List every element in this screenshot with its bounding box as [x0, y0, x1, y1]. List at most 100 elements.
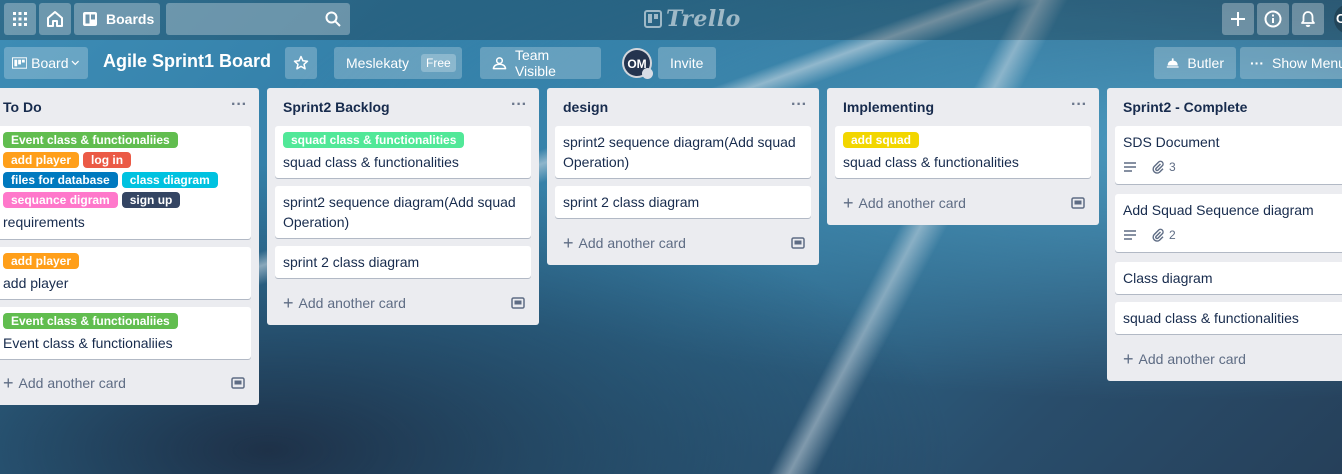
card-labels: Event class & functionaliies add player … — [3, 132, 243, 212]
list-menu-icon[interactable]: ··· — [791, 96, 807, 114]
card-title: add player — [3, 275, 69, 291]
add-card-button[interactable]: + Add another card — [275, 289, 531, 317]
add-card-label: Add another card — [18, 375, 126, 391]
information-button[interactable] — [1257, 3, 1289, 35]
trello-logo-icon — [644, 10, 662, 28]
list-card[interactable]: add squad squad class & functionalities — [835, 126, 1091, 178]
list-card[interactable]: Event class & functionaliies add player … — [0, 126, 251, 239]
card-badges: 2 — [1123, 226, 1334, 244]
member-avatar[interactable]: OM — [622, 48, 653, 79]
card-label-red: log in — [83, 152, 132, 168]
invite-button[interactable]: Invite — [658, 47, 716, 79]
add-card-button[interactable]: + Add another card — [1115, 345, 1342, 373]
notifications-button[interactable] — [1292, 3, 1324, 35]
list-card[interactable]: sprint 2 class diagram — [275, 246, 531, 278]
card-labels: squad class & functionalities — [283, 132, 523, 152]
card-template-icon[interactable] — [231, 376, 245, 390]
butler-icon — [1166, 58, 1179, 68]
paperclip-icon — [1152, 160, 1164, 174]
card-label-green: Event class & functionaliies — [3, 313, 178, 329]
apps-grid-icon — [13, 12, 27, 26]
card-labels: add squad — [843, 132, 1083, 152]
list-card[interactable]: SDS Document 3 — [1115, 126, 1342, 184]
card-title: squad class & functionalities — [283, 154, 459, 170]
card-title: Add Squad Sequence diagram — [1123, 202, 1314, 218]
plus-icon: + — [563, 233, 574, 253]
butler-label: Butler — [1187, 55, 1224, 71]
add-card-button[interactable]: + Add another card — [0, 369, 251, 397]
list-sprint2-complete[interactable]: Sprint2 - Complete SDS Document 3 Add Sq… — [1107, 88, 1342, 381]
card-template-icon[interactable] — [511, 296, 525, 310]
list-card[interactable]: sprint2 sequence diagram(Add squad Opera… — [555, 126, 811, 178]
list-menu-icon[interactable]: ··· — [511, 96, 527, 114]
top-header: Boards Trello O — [0, 0, 1342, 40]
list-card[interactable]: Event class & functionaliies Event class… — [0, 307, 251, 359]
add-card-label: Add another card — [298, 295, 406, 311]
home-button[interactable] — [39, 3, 71, 35]
attachment-count: 3 — [1169, 160, 1176, 174]
bell-icon — [1301, 11, 1315, 27]
show-menu-button[interactable]: ··· Show Menu — [1240, 47, 1342, 79]
board-menu-button[interactable]: Board — [4, 47, 88, 79]
list-card[interactable]: squad class & functionalities — [1115, 302, 1342, 334]
list-card[interactable]: sprint 2 class diagram — [555, 186, 811, 218]
list-header: Sprint2 - Complete — [1107, 88, 1342, 126]
list-menu-icon[interactable]: ··· — [1071, 96, 1087, 114]
list-title[interactable]: design — [563, 99, 608, 115]
attachment-count: 2 — [1169, 228, 1176, 242]
list-header: To Do ··· — [0, 88, 259, 126]
search-input[interactable] — [166, 3, 350, 35]
card-labels: add player — [3, 253, 243, 273]
team-button[interactable]: Meslekaty Free — [334, 47, 462, 79]
plus-icon: + — [1123, 349, 1134, 369]
description-icon — [1124, 230, 1136, 240]
plus-icon: + — [283, 293, 294, 313]
list-design[interactable]: design ··· sprint2 sequence diagram(Add … — [547, 88, 819, 265]
list-card[interactable]: sprint2 sequence diagram(Add squad Opera… — [275, 186, 531, 238]
list-implementing[interactable]: Implementing ··· add squad squad class &… — [827, 88, 1099, 225]
boards-button[interactable]: Boards — [74, 3, 160, 35]
admin-chevron-icon — [642, 68, 653, 79]
plus-icon: + — [843, 193, 854, 213]
card-label-blue: files for database — [3, 172, 118, 188]
list-title[interactable]: Implementing — [843, 99, 934, 115]
card-label-green: Event class & functionaliies — [3, 132, 178, 148]
list-title[interactable]: To Do — [3, 99, 42, 115]
card-title: sprint 2 class diagram — [563, 194, 700, 210]
list-sprint2-backlog[interactable]: Sprint2 Backlog ··· squad class & functi… — [267, 88, 539, 325]
card-template-icon[interactable] — [791, 236, 805, 250]
add-card-label: Add another card — [858, 195, 966, 211]
account-avatar[interactable]: O — [1334, 4, 1342, 34]
list-menu-icon[interactable]: ··· — [231, 96, 247, 114]
card-label-sky: class diagram — [121, 172, 218, 188]
list-card[interactable]: squad class & functionalities squad clas… — [275, 126, 531, 178]
add-card-button[interactable]: + Add another card — [835, 189, 1091, 217]
board-title[interactable]: Agile Sprint1 Board — [103, 51, 271, 72]
list-header: Implementing ··· — [827, 88, 1099, 126]
apps-grid-button[interactable] — [4, 3, 36, 35]
card-template-icon[interactable] — [1071, 196, 1085, 210]
visibility-button[interactable]: Team Visible — [480, 47, 601, 79]
trello-logo[interactable]: Trello — [644, 6, 741, 32]
description-icon — [1124, 162, 1136, 172]
team-name: Meslekaty — [346, 55, 410, 71]
boards-icon — [83, 12, 97, 26]
plus-icon — [1231, 12, 1245, 26]
board-menu-label: Board — [31, 55, 69, 71]
attachments-badge: 3 — [1151, 160, 1176, 174]
add-card-button[interactable]: + Add another card — [555, 229, 811, 257]
list-card[interactable]: Add Squad Sequence diagram 2 — [1115, 194, 1342, 252]
info-icon — [1264, 10, 1282, 28]
butler-button[interactable]: Butler — [1154, 47, 1236, 79]
list-title[interactable]: Sprint2 - Complete — [1123, 99, 1247, 115]
list-card[interactable]: add player add player — [0, 247, 251, 299]
list-card[interactable]: Class diagram — [1115, 262, 1342, 294]
list-to-do[interactable]: To Do ··· Event class & functionaliies a… — [0, 88, 259, 405]
list-title[interactable]: Sprint2 Backlog — [283, 99, 390, 115]
visibility-label: Team Visible — [514, 47, 556, 79]
plus-icon: + — [3, 373, 14, 393]
star-board-button[interactable] — [285, 47, 317, 79]
create-button[interactable] — [1222, 3, 1254, 35]
paperclip-icon — [1152, 228, 1164, 242]
card-label-yellow: add squad — [843, 132, 920, 148]
